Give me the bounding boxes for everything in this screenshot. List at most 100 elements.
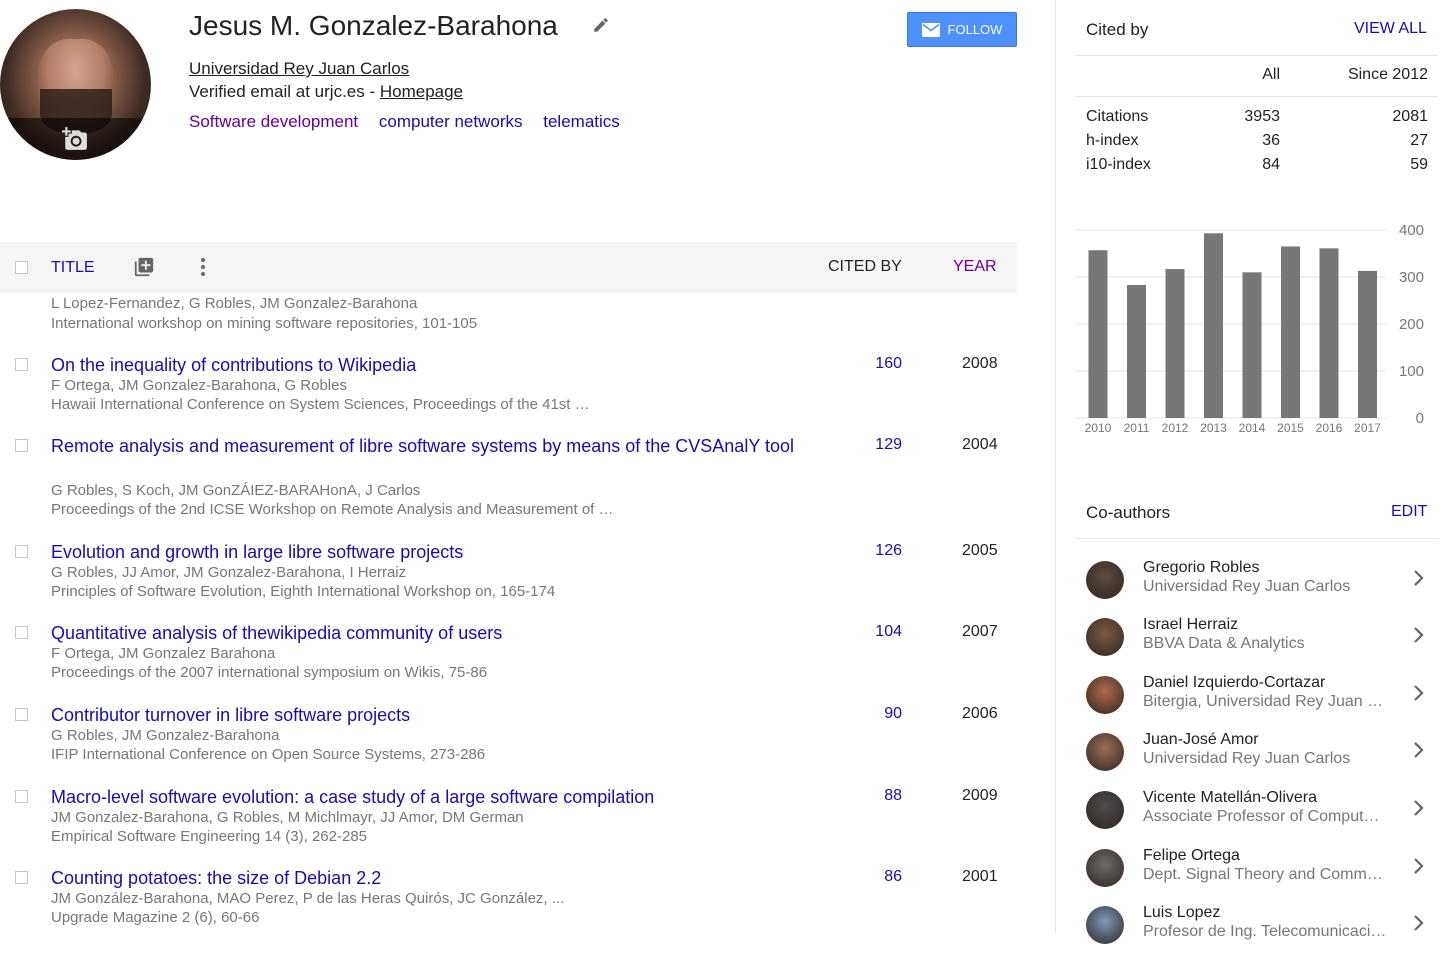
stat-since: 2081 <box>1392 108 1428 125</box>
x-tick-label: 2016 <box>1316 421 1343 435</box>
divider <box>1076 538 1438 539</box>
article-title-link[interactable]: Quantitative analysis of thewikipedia co… <box>51 621 826 645</box>
coauthor-name: Vicente Matellán-Olivera <box>1143 789 1318 806</box>
article-title-link[interactable]: Macro-level software evolution: a case s… <box>51 785 826 809</box>
coauthor-affiliation: Universidad Rey Juan Carlos <box>1143 750 1351 767</box>
chart-bar[interactable] <box>1358 270 1377 418</box>
cited-by-count-link[interactable]: 88 <box>884 787 902 805</box>
coauthor-avatar <box>1086 561 1124 599</box>
coauthor-avatar <box>1086 791 1124 829</box>
view-all-link[interactable]: VIEW ALL <box>1354 20 1427 38</box>
coauthor-item[interactable]: Israel Herraiz BBVA Data & Analytics <box>1086 616 1438 666</box>
coauthor-item[interactable]: Luis Lopez Profesor de Ing. Telecomunica… <box>1086 904 1438 954</box>
articles-table-header: TITLE CITED BY YEAR <box>0 242 1017 293</box>
column-divider <box>1055 0 1056 933</box>
coauthor-item[interactable]: Gregorio Robles Universidad Rey Juan Car… <box>1086 559 1438 609</box>
change-photo-bar[interactable] <box>0 118 151 160</box>
chart-bar[interactable] <box>1127 284 1146 418</box>
coauthor-name: Juan-José Amor <box>1143 731 1259 748</box>
coauthor-item[interactable]: Daniel Izquierdo-Cortazar Bitergia, Univ… <box>1086 674 1438 724</box>
sort-by-title[interactable]: TITLE <box>51 259 95 277</box>
article-venue: Upgrade Magazine 2 (6), 60-66 <box>51 909 260 926</box>
email-line: Verified email at urjc.es - Homepage <box>189 82 463 102</box>
citations-bar-chart: 0 100 200 300 400 2010 2011 2012 2013 2014 2015 201… <box>1076 222 1424 435</box>
article-title-link[interactable]: Remote analysis and measurement of libre… <box>51 434 826 458</box>
x-tick-label: 2010 <box>1085 421 1112 435</box>
cited-by-count-link[interactable]: 104 <box>875 623 902 641</box>
cited-by-count-link[interactable]: 86 <box>884 868 902 886</box>
coauthor-avatar <box>1086 849 1124 887</box>
article-checkbox[interactable] <box>15 708 28 721</box>
article-year: 2008 <box>962 355 998 372</box>
stats-row-h-index: h-index 36 27 <box>1086 132 1428 150</box>
article-title-link[interactable]: Counting potatoes: the size of Debian 2.… <box>51 866 826 890</box>
article-checkbox[interactable] <box>15 626 28 639</box>
chart-bar[interactable] <box>1281 246 1300 418</box>
add-article-icon[interactable] <box>133 256 155 278</box>
coauthor-name: Israel Herraiz <box>1143 616 1239 633</box>
affiliation-link[interactable]: Universidad Rey Juan Carlos <box>189 59 409 79</box>
cited-by-count-link[interactable]: 90 <box>884 705 902 723</box>
article-title-link[interactable]: On the inequality of contributions to Wi… <box>51 353 826 377</box>
select-all-checkbox[interactable] <box>15 261 28 274</box>
coauthor-affiliation: Associate Professor of Compute… <box>1143 808 1388 825</box>
chart-bar[interactable] <box>1165 269 1185 418</box>
chevron-right-icon <box>1414 627 1424 643</box>
x-tick-label: 2015 <box>1277 421 1304 435</box>
chart-bar[interactable] <box>1319 248 1339 418</box>
article-venue: Principles of Software Evolution, Eighth… <box>51 583 556 600</box>
research-interests: Software development computer networks t… <box>189 112 636 132</box>
chart-bar[interactable] <box>1088 250 1108 418</box>
article-authors: JM González-Barahona, MAO Perez, P de la… <box>51 890 565 907</box>
cited-by-count-link[interactable]: 126 <box>875 542 902 560</box>
coauthor-affiliation: BBVA Data & Analytics <box>1143 635 1305 652</box>
y-tick-label: 100 <box>1399 363 1424 380</box>
sort-by-year[interactable]: YEAR <box>953 258 997 276</box>
chart-bar[interactable] <box>1204 233 1223 418</box>
article-title-link[interactable]: Contributor turnover in libre software p… <box>51 703 826 727</box>
profile-name: Jesus M. Gonzalez-Barahona <box>189 10 558 41</box>
article-checkbox[interactable] <box>15 871 28 884</box>
cited-by-column-header[interactable]: CITED BY <box>828 258 902 276</box>
article-title-link[interactable]: Evolution and growth in large libre soft… <box>51 540 826 564</box>
article-authors: G Robles, JJ Amor, JM Gonzalez-Barahona,… <box>51 564 407 581</box>
y-tick-label: 300 <box>1399 269 1424 286</box>
follow-button[interactable]: FOLLOW <box>907 12 1017 47</box>
interest-link-computer-networks[interactable]: computer networks <box>379 112 523 131</box>
add-photo-icon[interactable] <box>62 126 88 152</box>
coauthor-item[interactable]: Juan-José Amor Universidad Rey Juan Carl… <box>1086 731 1438 781</box>
more-options-icon[interactable] <box>196 256 210 278</box>
article-authors: L Lopez-Fernandez, G Robles, JM Gonzalez… <box>51 295 418 312</box>
article-authors: G Robles, JM Gonzalez-Barahona <box>51 727 280 744</box>
article-year: 2005 <box>962 542 998 559</box>
coauthor-affiliation: Dept. Signal Theory and Comm… <box>1143 866 1383 883</box>
cited-by-count-link[interactable]: 160 <box>875 355 902 373</box>
interest-link-software-development[interactable]: Software development <box>189 112 358 131</box>
divider <box>1076 96 1438 97</box>
chevron-right-icon <box>1414 858 1424 874</box>
interest-link-telematics[interactable]: telematics <box>543 112 620 131</box>
coauthor-avatar <box>1086 618 1124 656</box>
article-checkbox[interactable] <box>15 358 28 371</box>
article-checkbox[interactable] <box>15 545 28 558</box>
article-venue: Proceedings of the 2nd ICSE Workshop on … <box>51 501 614 518</box>
chart-bar[interactable] <box>1242 272 1262 418</box>
x-tick-label: 2014 <box>1239 421 1266 435</box>
x-tick-label: 2017 <box>1354 421 1381 435</box>
article-checkbox[interactable] <box>15 790 28 803</box>
divider <box>1076 55 1438 56</box>
coauthor-item[interactable]: Vicente Matellán-Olivera Associate Profe… <box>1086 789 1438 839</box>
article-venue: IFIP International Conference on Open So… <box>51 746 486 763</box>
chevron-right-icon <box>1414 915 1424 931</box>
coauthor-item[interactable]: Felipe Ortega Dept. Signal Theory and Co… <box>1086 847 1438 897</box>
coauthor-name: Luis Lopez <box>1143 904 1221 921</box>
cited-by-count-link[interactable]: 129 <box>875 436 902 454</box>
article-checkbox[interactable] <box>15 439 28 452</box>
coauthor-affiliation: Profesor de Ing. Telecomunicaci… <box>1143 923 1387 940</box>
edit-pencil-icon[interactable] <box>592 16 610 34</box>
edit-coauthors-link[interactable]: EDIT <box>1391 503 1427 521</box>
article-venue: International workshop on mining softwar… <box>51 315 478 332</box>
profile-photo[interactable] <box>0 9 151 160</box>
homepage-link[interactable]: Homepage <box>380 82 463 101</box>
stats-row-i10-index: i10-index 84 59 <box>1086 156 1428 174</box>
